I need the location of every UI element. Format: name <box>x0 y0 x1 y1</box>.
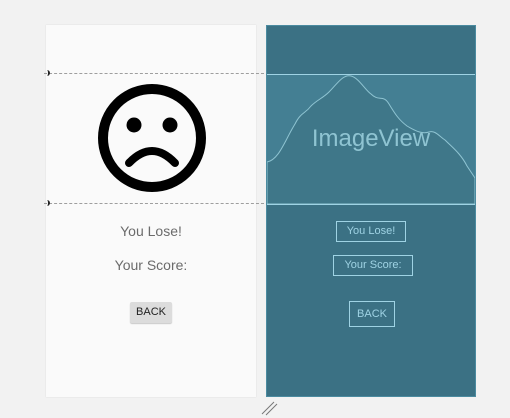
blueprint-back-button[interactable]: BACK <box>349 301 395 327</box>
sad-face-icon[interactable] <box>97 83 207 193</box>
guide-line-top <box>44 73 264 74</box>
blueprint-panel[interactable]: ImageView You Lose! Your Score: BACK <box>266 25 476 397</box>
blueprint-guide-bottom <box>267 204 475 205</box>
design-preview-panel[interactable]: You Lose! Your Score: BACK <box>44 25 264 397</box>
blueprint-score-text[interactable]: Your Score: <box>333 255 413 276</box>
imageview-label: ImageView <box>311 125 431 152</box>
resize-handle-icon[interactable] <box>260 400 278 416</box>
score-text: Your Score: <box>114 257 188 273</box>
back-button[interactable]: BACK <box>130 302 172 323</box>
blueprint-lose-text[interactable]: You Lose! <box>336 221 406 242</box>
layout-editor-canvas: You Lose! Your Score: BACK ImageView You… <box>0 0 510 418</box>
lose-text: You Lose! <box>120 223 182 239</box>
guide-line-bottom <box>44 203 264 204</box>
blueprint-guide-top <box>267 74 475 75</box>
guide-marker-bottom[interactable] <box>44 200 50 206</box>
guide-marker-top[interactable] <box>44 70 50 76</box>
